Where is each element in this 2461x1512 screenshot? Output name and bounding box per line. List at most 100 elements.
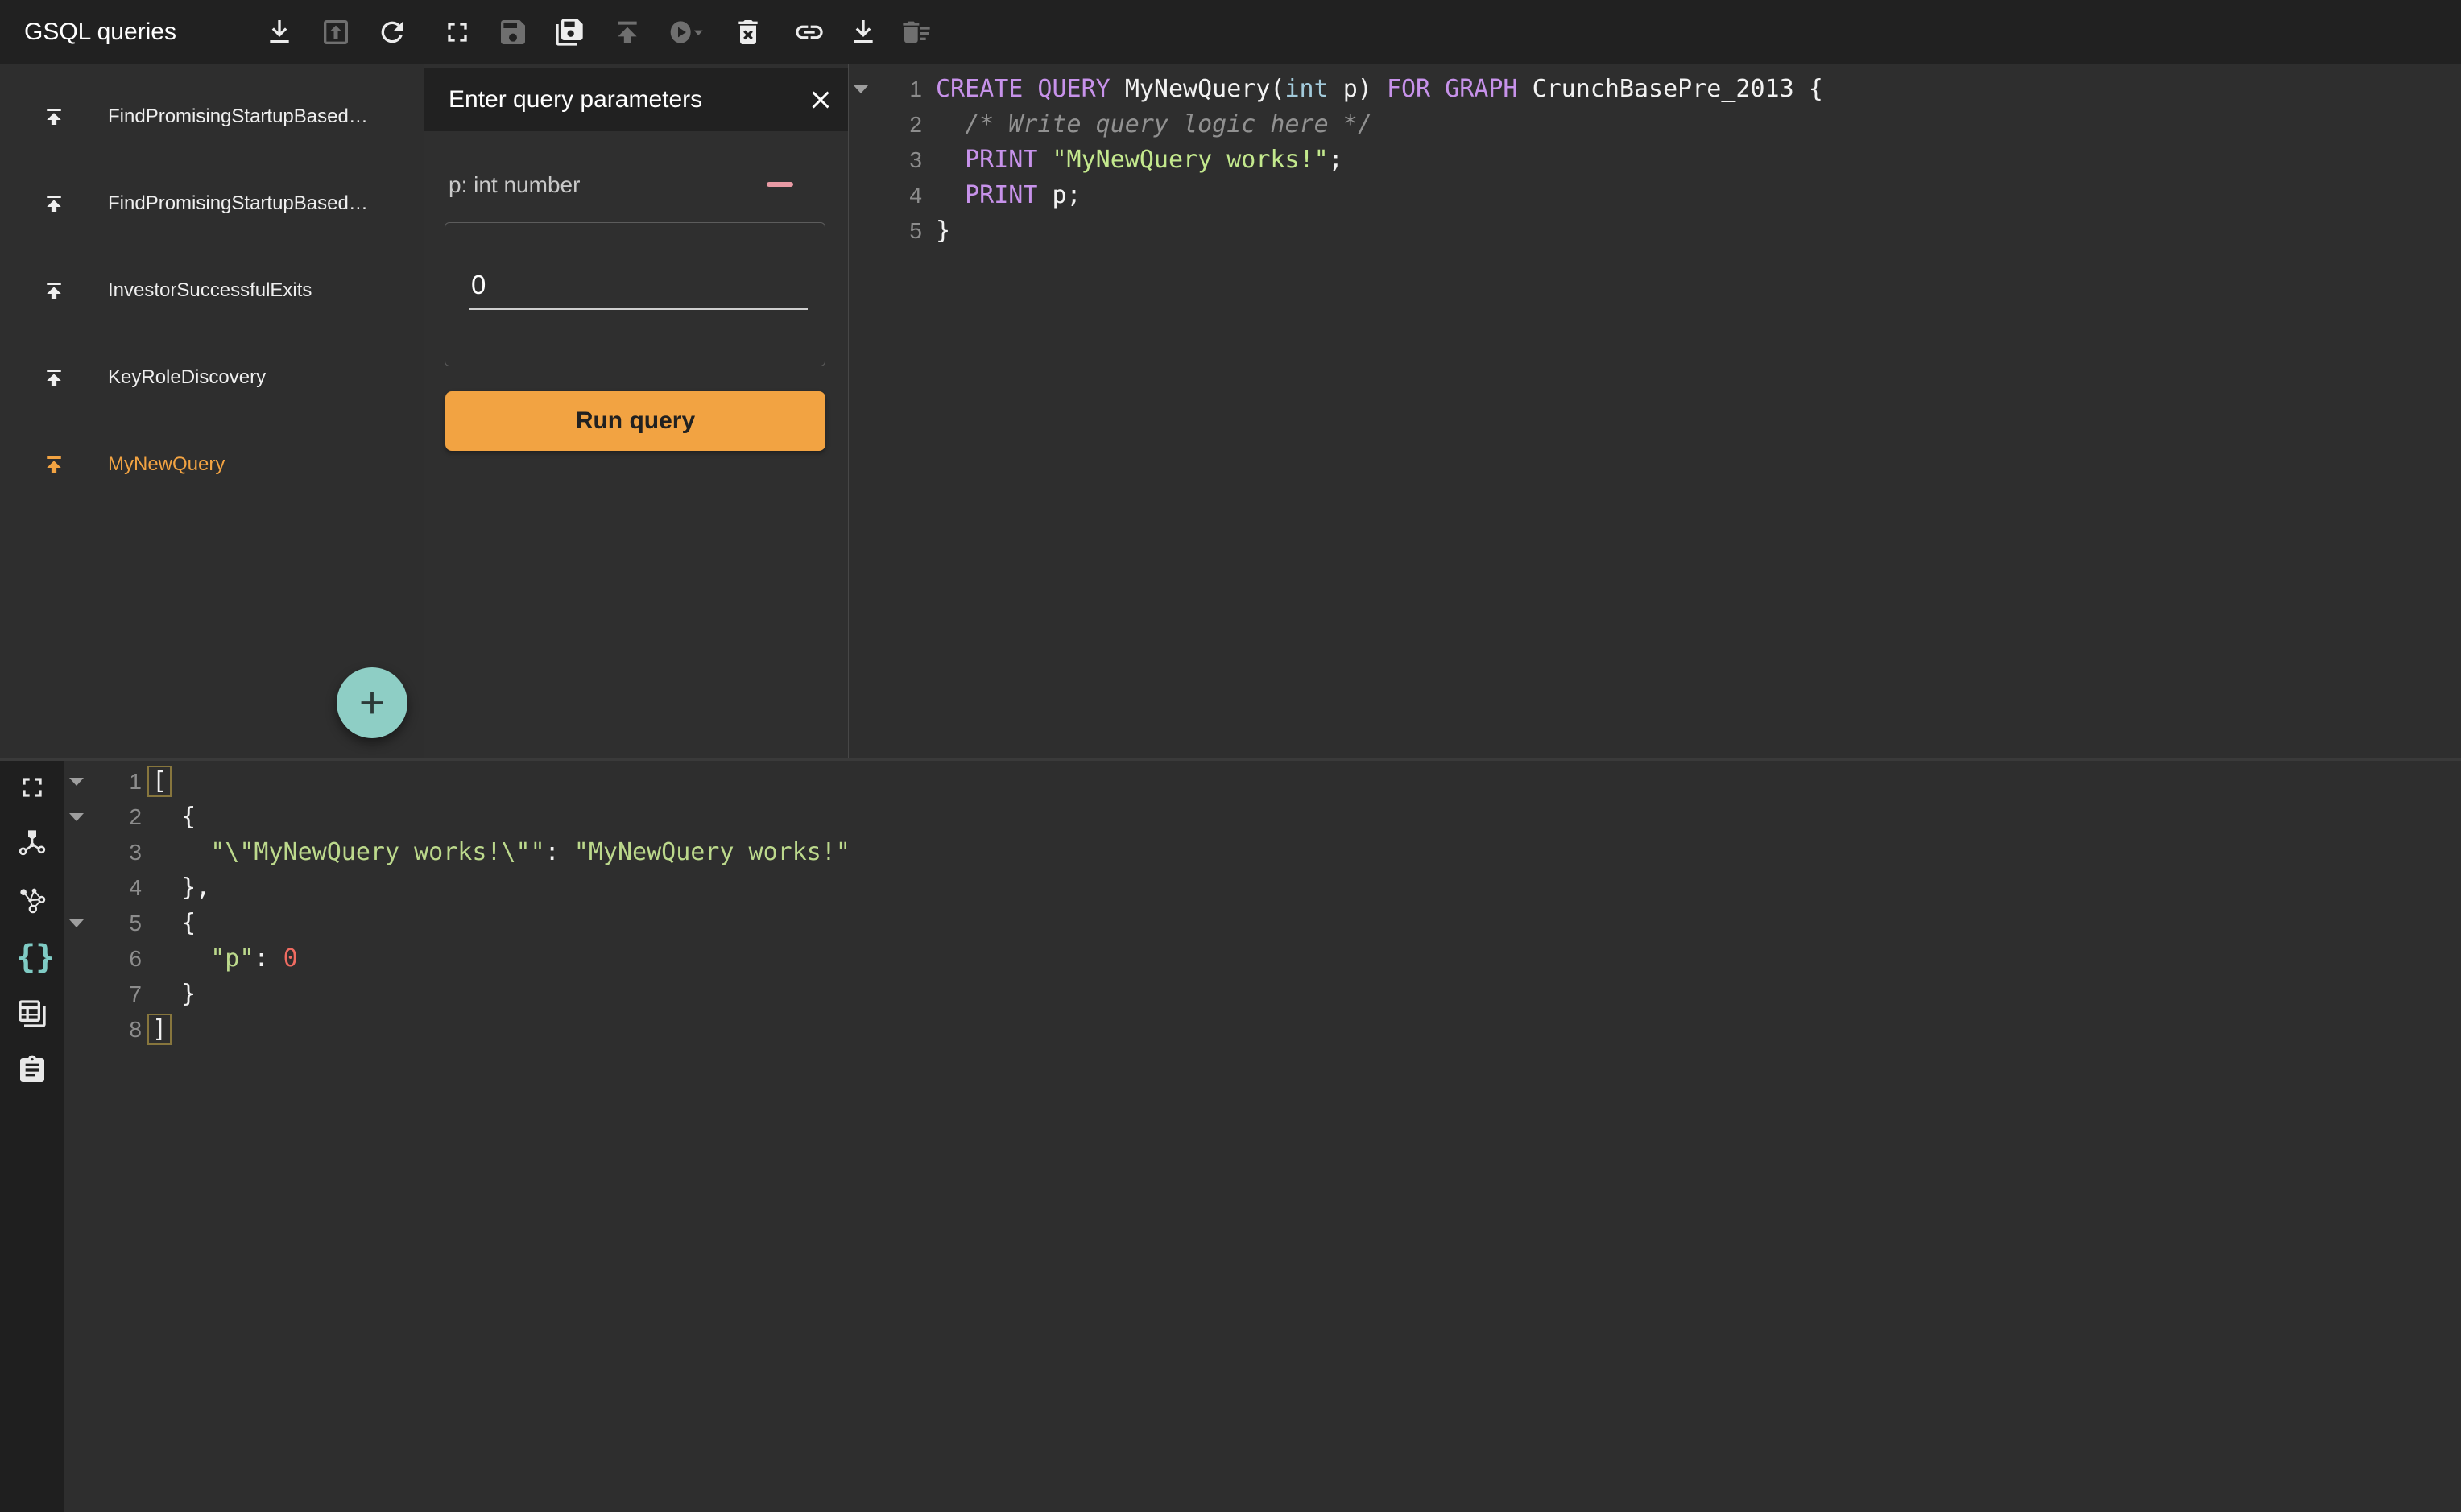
line-number: 4 (875, 178, 922, 213)
query-name-label: KeyRoleDiscovery (108, 366, 266, 389)
code-text: /* Write query logic here */ (936, 107, 1372, 143)
publish-icon[interactable] (42, 366, 66, 390)
line-number: 1 (875, 72, 922, 107)
query-list-item-mynewquery[interactable]: MyNewQuery (0, 421, 424, 508)
fold-caret-icon[interactable] (64, 799, 89, 835)
fold-caret-icon[interactable] (64, 906, 89, 941)
close-icon[interactable] (806, 85, 835, 114)
query-name-label: FindPromisingStartupBased… (108, 192, 368, 215)
publish-icon[interactable] (611, 16, 643, 48)
query-list-item-investorsuccessfulexits[interactable]: InvestorSuccessfulExits (0, 247, 424, 334)
gutter-spacer (64, 835, 89, 870)
line-number: 7 (89, 977, 142, 1012)
gutter-spacer (849, 178, 875, 213)
gutter-spacer (849, 143, 875, 178)
params-panel-header: Enter query parameters (424, 68, 848, 131)
code-text: CREATE QUERY MyNewQuery(int p) FOR GRAPH… (936, 72, 1823, 107)
query-result-json-viewer[interactable]: 1[2 {3 "\"MyNewQuery works!\"": "MyNewQu… (64, 761, 2461, 1512)
editor-line-4: 4 PRINT p; (849, 178, 2461, 213)
plus-icon (354, 684, 391, 721)
line-number: 2 (875, 107, 922, 143)
publish-icon[interactable] (42, 192, 66, 216)
editor-line-2: 2 /* Write query logic here */ (849, 107, 2461, 143)
publish-icon[interactable] (42, 279, 66, 303)
output-line-5: 5 { (64, 906, 2461, 941)
code-text: { (152, 799, 196, 835)
code-text: "\"MyNewQuery works!\"": "MyNewQuery wor… (152, 835, 850, 870)
query-list-sidebar: FindPromisingStartupBased… FindPromisingS… (0, 64, 424, 758)
line-number: 3 (875, 143, 922, 178)
query-list-item-keyrolediscovery[interactable]: KeyRoleDiscovery (0, 334, 424, 421)
editor-line-1: 1 CREATE QUERY MyNewQuery(int p) FOR GRAP… (849, 72, 2461, 107)
fullscreen-icon[interactable] (441, 16, 474, 48)
code-text: PRINT "MyNewQuery works!"; (936, 143, 1343, 178)
gutter-spacer (64, 1012, 89, 1047)
line-number: 1 (89, 764, 142, 799)
fold-caret-icon[interactable] (64, 764, 89, 799)
output-line-8: 8] (64, 1012, 2461, 1047)
line-number: 8 (89, 1012, 142, 1047)
publish-icon[interactable] (42, 105, 66, 129)
param-label: p: int number (449, 172, 580, 198)
query-list-item-findpromisingstartupbased[interactable]: FindPromisingStartupBased… (0, 160, 424, 247)
save-all-icon[interactable] (553, 16, 585, 48)
line-number: 5 (875, 213, 922, 249)
log-view-icon[interactable] (16, 1054, 48, 1086)
code-text: }, (152, 870, 210, 906)
code-text: ] (152, 1012, 167, 1047)
param-input[interactable] (469, 270, 808, 310)
query-list-item-findpromisingstartupbased[interactable]: FindPromisingStartupBased… (0, 73, 424, 160)
param-input-box (445, 222, 825, 366)
query-name-label: InvestorSuccessfulExits (108, 279, 312, 302)
view-schema-icon[interactable] (16, 828, 48, 860)
fold-caret-icon[interactable] (849, 72, 875, 107)
line-number: 6 (89, 941, 142, 977)
output-line-2: 2 { (64, 799, 2461, 835)
refresh-icon[interactable] (376, 16, 408, 48)
table-view-icon[interactable] (16, 998, 48, 1030)
code-text: [ (152, 764, 167, 799)
delete-sweep-icon[interactable] (900, 16, 933, 48)
page-title: GSQL queries (24, 0, 176, 64)
output-line-7: 7 } (64, 977, 2461, 1012)
download-icon[interactable] (263, 16, 296, 48)
gutter-spacer (64, 941, 89, 977)
line-number: 4 (89, 870, 142, 906)
query-name-label: FindPromisingStartupBased… (108, 105, 368, 128)
add-query-button[interactable] (337, 667, 407, 738)
output-line-3: 3 "\"MyNewQuery works!\"": "MyNewQuery w… (64, 835, 2461, 870)
run-dropdown-icon[interactable] (662, 16, 709, 48)
code-text: } (936, 213, 950, 249)
json-view-icon[interactable]: {} (16, 941, 48, 973)
delete-forever-icon[interactable] (732, 16, 764, 48)
line-number: 2 (89, 799, 142, 835)
code-text: } (152, 977, 196, 1012)
link-icon[interactable] (793, 16, 825, 48)
output-line-4: 4 }, (64, 870, 2461, 906)
explore-graph-icon[interactable] (16, 885, 48, 917)
upload-box-icon[interactable] (320, 16, 352, 48)
editor-line-5: 5} (849, 213, 2461, 249)
editor-line-3: 3 PRINT "MyNewQuery works!"; (849, 143, 2461, 178)
query-name-label: MyNewQuery (108, 453, 225, 476)
publish-icon[interactable] (42, 452, 66, 477)
gutter-spacer (849, 107, 875, 143)
code-text: PRINT p; (936, 178, 1082, 213)
gsql-code-editor[interactable]: 1 CREATE QUERY MyNewQuery(int p) FOR GRAP… (849, 64, 2461, 758)
query-parameters-panel: Enter query parameters p: int number Run… (424, 64, 849, 758)
fullscreen-icon[interactable] (16, 771, 48, 804)
params-panel-title: Enter query parameters (449, 86, 702, 114)
code-text: "p": 0 (152, 941, 298, 977)
save-icon[interactable] (497, 16, 529, 48)
run-query-button[interactable]: Run query (445, 391, 825, 451)
graphstudio-window: GSQL queries FindPromisingStartupBased…F… (0, 0, 2461, 1512)
output-line-1: 1[ (64, 764, 2461, 799)
line-number: 3 (89, 835, 142, 870)
result-view-rail: {} (0, 761, 64, 1512)
gutter-spacer (64, 870, 89, 906)
gutter-spacer (64, 977, 89, 1012)
download-icon[interactable] (847, 16, 879, 48)
gutter-spacer (849, 213, 875, 249)
top-toolbar: GSQL queries (0, 0, 2461, 64)
param-required-dash-icon (767, 182, 793, 187)
